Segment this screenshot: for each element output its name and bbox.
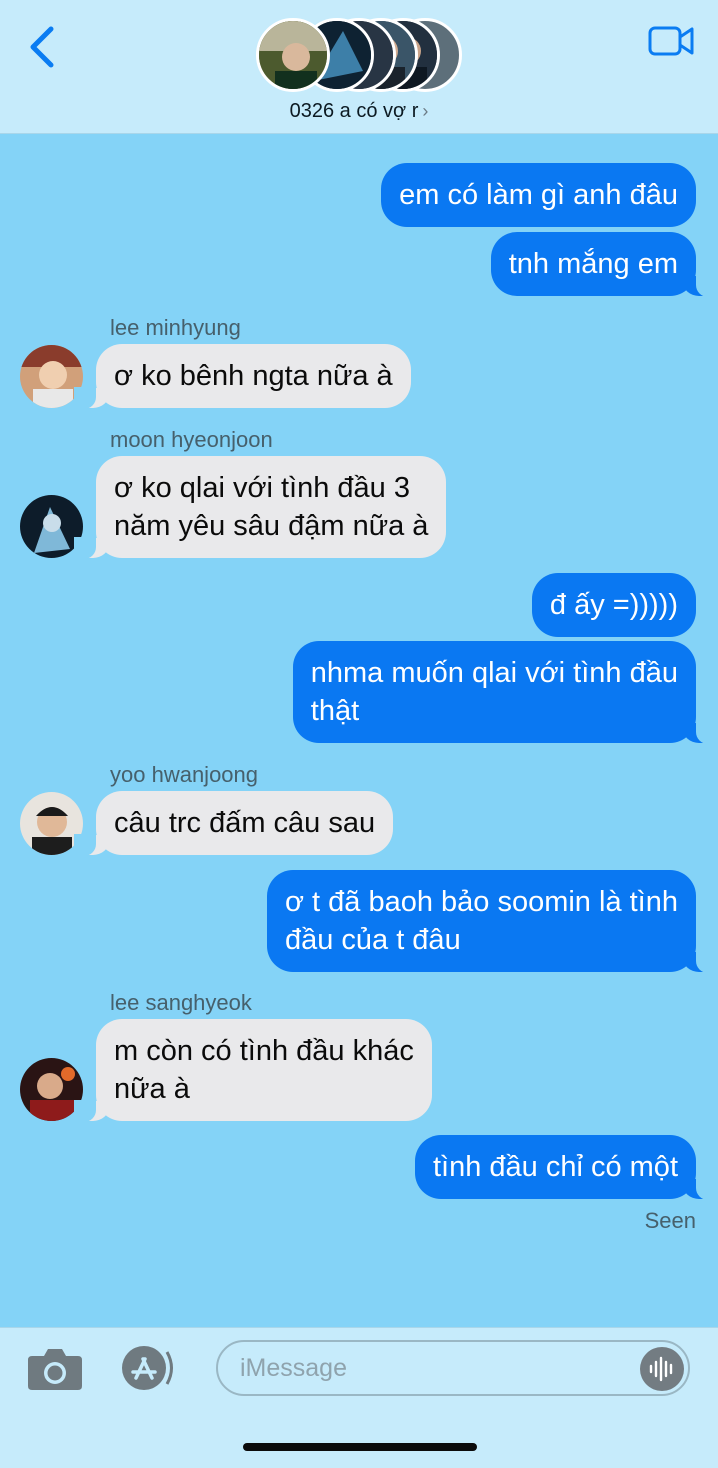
incoming-message[interactable]: câu trc đấm câu sau (73, 791, 394, 856)
sender-name: yoo hwanjoong (110, 762, 259, 787)
incoming-message[interactable]: m còn có tình đầu khác nữa à (74, 1019, 432, 1122)
outgoing-message[interactable]: tình đầu chỉ có một (414, 1135, 718, 1200)
audio-waveform-icon (649, 1356, 673, 1382)
message-line: năm yêu sâu đậm nữa à (114, 510, 429, 542)
imessage-input[interactable] (216, 1340, 690, 1396)
sender-name: lee minhyung (110, 315, 241, 340)
app-store-icon (122, 1346, 173, 1390)
group-member-avatar (256, 18, 330, 92)
video-camera-icon (648, 26, 694, 56)
message-line: nữa à (114, 1073, 190, 1105)
message-line: ơ t đã baoh bảo soomin là tình (284, 886, 678, 918)
outgoing-message[interactable]: tnh mắng em (490, 232, 718, 297)
camera-icon (28, 1349, 82, 1390)
group-name[interactable]: 0326 a có vợ r › (0, 100, 718, 123)
outgoing-message[interactable]: ơ t đã baoh bảo soomin là tình đầu của t… (266, 870, 718, 973)
message-line: thật (310, 695, 360, 727)
message-text: tình đầu chỉ có một (432, 1151, 678, 1183)
facetime-video-button[interactable] (648, 24, 694, 58)
message-text: tnh mắng em (508, 248, 678, 280)
outgoing-message[interactable]: đ ấy =))))) (531, 573, 696, 637)
back-button[interactable] (22, 22, 62, 72)
conversation-header: 0326 a có vợ r › (0, 0, 718, 134)
home-indicator (243, 1443, 477, 1451)
app-store-button[interactable] (118, 1344, 178, 1392)
message-text: câu trc đấm câu sau (114, 807, 376, 839)
message-line: nhma muốn qlai với tình đầu (310, 657, 678, 689)
group-name-label: 0326 a có vợ r (289, 100, 419, 122)
message-line: ơ ko qlai với tình đầu 3 (114, 472, 410, 504)
voice-message-button[interactable] (640, 1347, 684, 1391)
incoming-message[interactable]: ơ ko qlai với tình đầu 3 năm yêu sâu đậm… (73, 456, 447, 559)
message-line: m còn có tình đầu khác (114, 1035, 414, 1067)
compose-bar (0, 1327, 718, 1468)
read-receipt: Seen (644, 1208, 696, 1233)
message-text: em có làm gì anh đâu (399, 179, 678, 211)
incoming-message[interactable]: ơ ko bênh ngta nữa à (74, 344, 411, 409)
chevron-left-icon (30, 26, 54, 68)
message-text: đ ấy =))))) (549, 589, 678, 621)
message-line: đầu của t đâu (284, 924, 461, 956)
chevron-right-icon: › (422, 101, 429, 121)
sender-name: lee sanghyeok (110, 990, 252, 1015)
message-text: ơ ko bênh ngta nữa à (114, 360, 393, 392)
outgoing-message[interactable]: em có làm gì anh đâu (381, 163, 696, 227)
sender-name: moon hyeonjoon (110, 427, 273, 452)
camera-button[interactable] (26, 1346, 84, 1392)
group-avatar-stack[interactable] (256, 18, 462, 96)
outgoing-message[interactable]: nhma muốn qlai với tình đầu thật (292, 641, 718, 744)
